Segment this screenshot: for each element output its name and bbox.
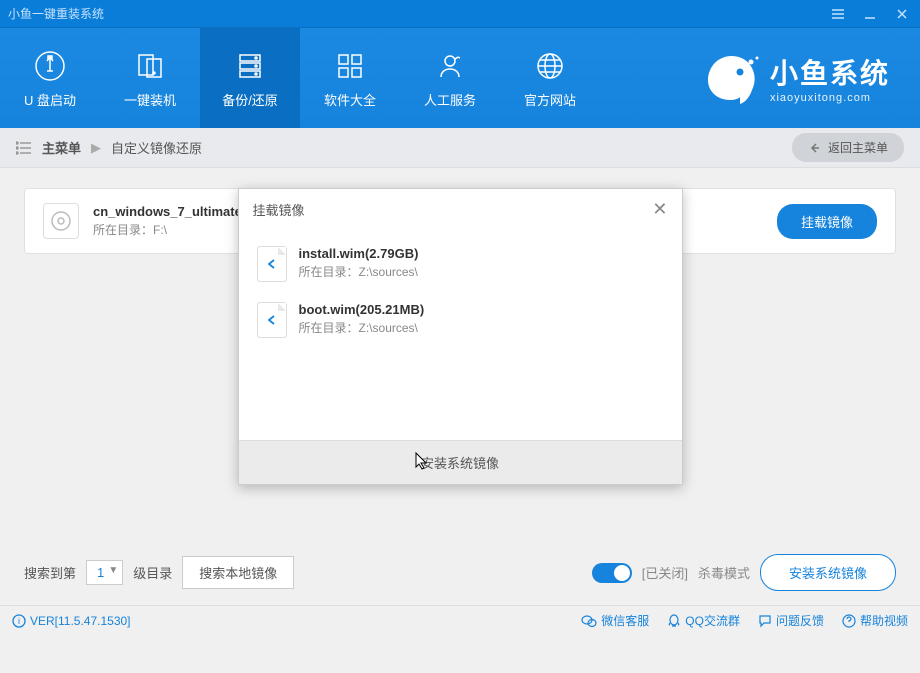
support-icon [432,48,468,84]
chat-icon [758,614,772,628]
header-nav: U 盘启动 一键装机 备份/还原 软件大全 人工服务 官方网站 小鱼系统 xia… [0,28,920,128]
backup-icon [232,48,268,84]
feedback-link[interactable]: 问题反馈 [758,612,824,629]
wim-title: install.wim(2.79GB) [299,246,419,261]
app-title: 小鱼一键重装系统 [8,5,104,22]
modal-install-button[interactable]: 安装系统镜像 [239,440,682,484]
logo-sub-text: xiaoyuxitong.com [770,92,890,104]
wim-path: 所在目录：Z:\sources\ [299,263,419,280]
wim-file-icon [257,302,287,338]
nav-label: 人工服务 [424,90,476,109]
wechat-icon [581,614,597,628]
logo-main-text: 小鱼系统 [770,52,890,92]
usb-icon [32,48,68,84]
info-icon: i [12,614,26,628]
install-icon [132,48,168,84]
minimize-icon[interactable] [860,4,880,24]
nav-label: U 盘启动 [24,90,76,109]
modal-header: 挂载镜像 ✕ [239,189,682,230]
breadcrumb: 主菜单 ▶ 自定义镜像还原 返回主菜单 [0,128,920,168]
modal-body: install.wim(2.79GB) 所在目录：Z:\sources\ boo… [239,230,682,440]
fish-icon [702,48,762,108]
svg-text:i: i [18,616,20,626]
wim-item-install[interactable]: install.wim(2.79GB) 所在目录：Z:\sources\ [253,236,668,292]
breadcrumb-root[interactable]: 主菜单 [42,138,81,157]
breadcrumb-current: 自定义镜像还原 [111,138,202,157]
globe-icon [532,48,568,84]
wim-path: 所在目录：Z:\sources\ [299,319,425,336]
back-main-button[interactable]: 返回主菜单 [792,133,904,162]
qq-icon [667,614,681,628]
nav-label: 官方网站 [524,90,576,109]
nav-software[interactable]: 软件大全 [300,28,400,128]
footer: i VER[11.5.47.1530] 微信客服 QQ交流群 问题反馈 帮助视频 [0,605,920,635]
wim-item-boot[interactable]: boot.wim(205.21MB) 所在目录：Z:\sources\ [253,292,668,348]
logo: 小鱼系统 xiaoyuxitong.com [702,28,920,128]
help-icon [842,614,856,628]
list-icon [16,141,32,155]
nav-one-click[interactable]: 一键装机 [100,28,200,128]
modal-close-button[interactable]: ✕ [652,199,667,220]
help-video-link[interactable]: 帮助视频 [842,612,908,629]
nav-label: 软件大全 [324,90,376,109]
menu-icon[interactable] [828,4,848,24]
close-icon[interactable] [892,4,912,24]
nav-backup-restore[interactable]: 备份/还原 [200,28,300,128]
window-controls [828,4,912,24]
nav-label: 备份/还原 [222,90,278,109]
wim-title: boot.wim(205.21MB) [299,302,425,317]
back-arrow-icon [808,141,822,155]
nav-website[interactable]: 官方网站 [500,28,600,128]
apps-icon [332,48,368,84]
nav-support[interactable]: 人工服务 [400,28,500,128]
qq-group-link[interactable]: QQ交流群 [667,612,740,629]
titlebar: 小鱼一键重装系统 [0,0,920,28]
wim-file-icon [257,246,287,282]
mount-image-modal: 挂载镜像 ✕ install.wim(2.79GB) 所在目录：Z:\sourc… [238,188,683,485]
modal-overlay: 挂载镜像 ✕ install.wim(2.79GB) 所在目录：Z:\sourc… [0,168,920,605]
version-info[interactable]: i VER[11.5.47.1530] [12,614,131,628]
cursor-icon [414,451,430,471]
nav-usb-boot[interactable]: U 盘启动 [0,28,100,128]
modal-title: 挂载镜像 [253,200,305,219]
wechat-support-link[interactable]: 微信客服 [581,612,649,629]
back-label: 返回主菜单 [828,139,888,156]
nav-label: 一键装机 [124,90,176,109]
chevron-right-icon: ▶ [91,140,101,156]
